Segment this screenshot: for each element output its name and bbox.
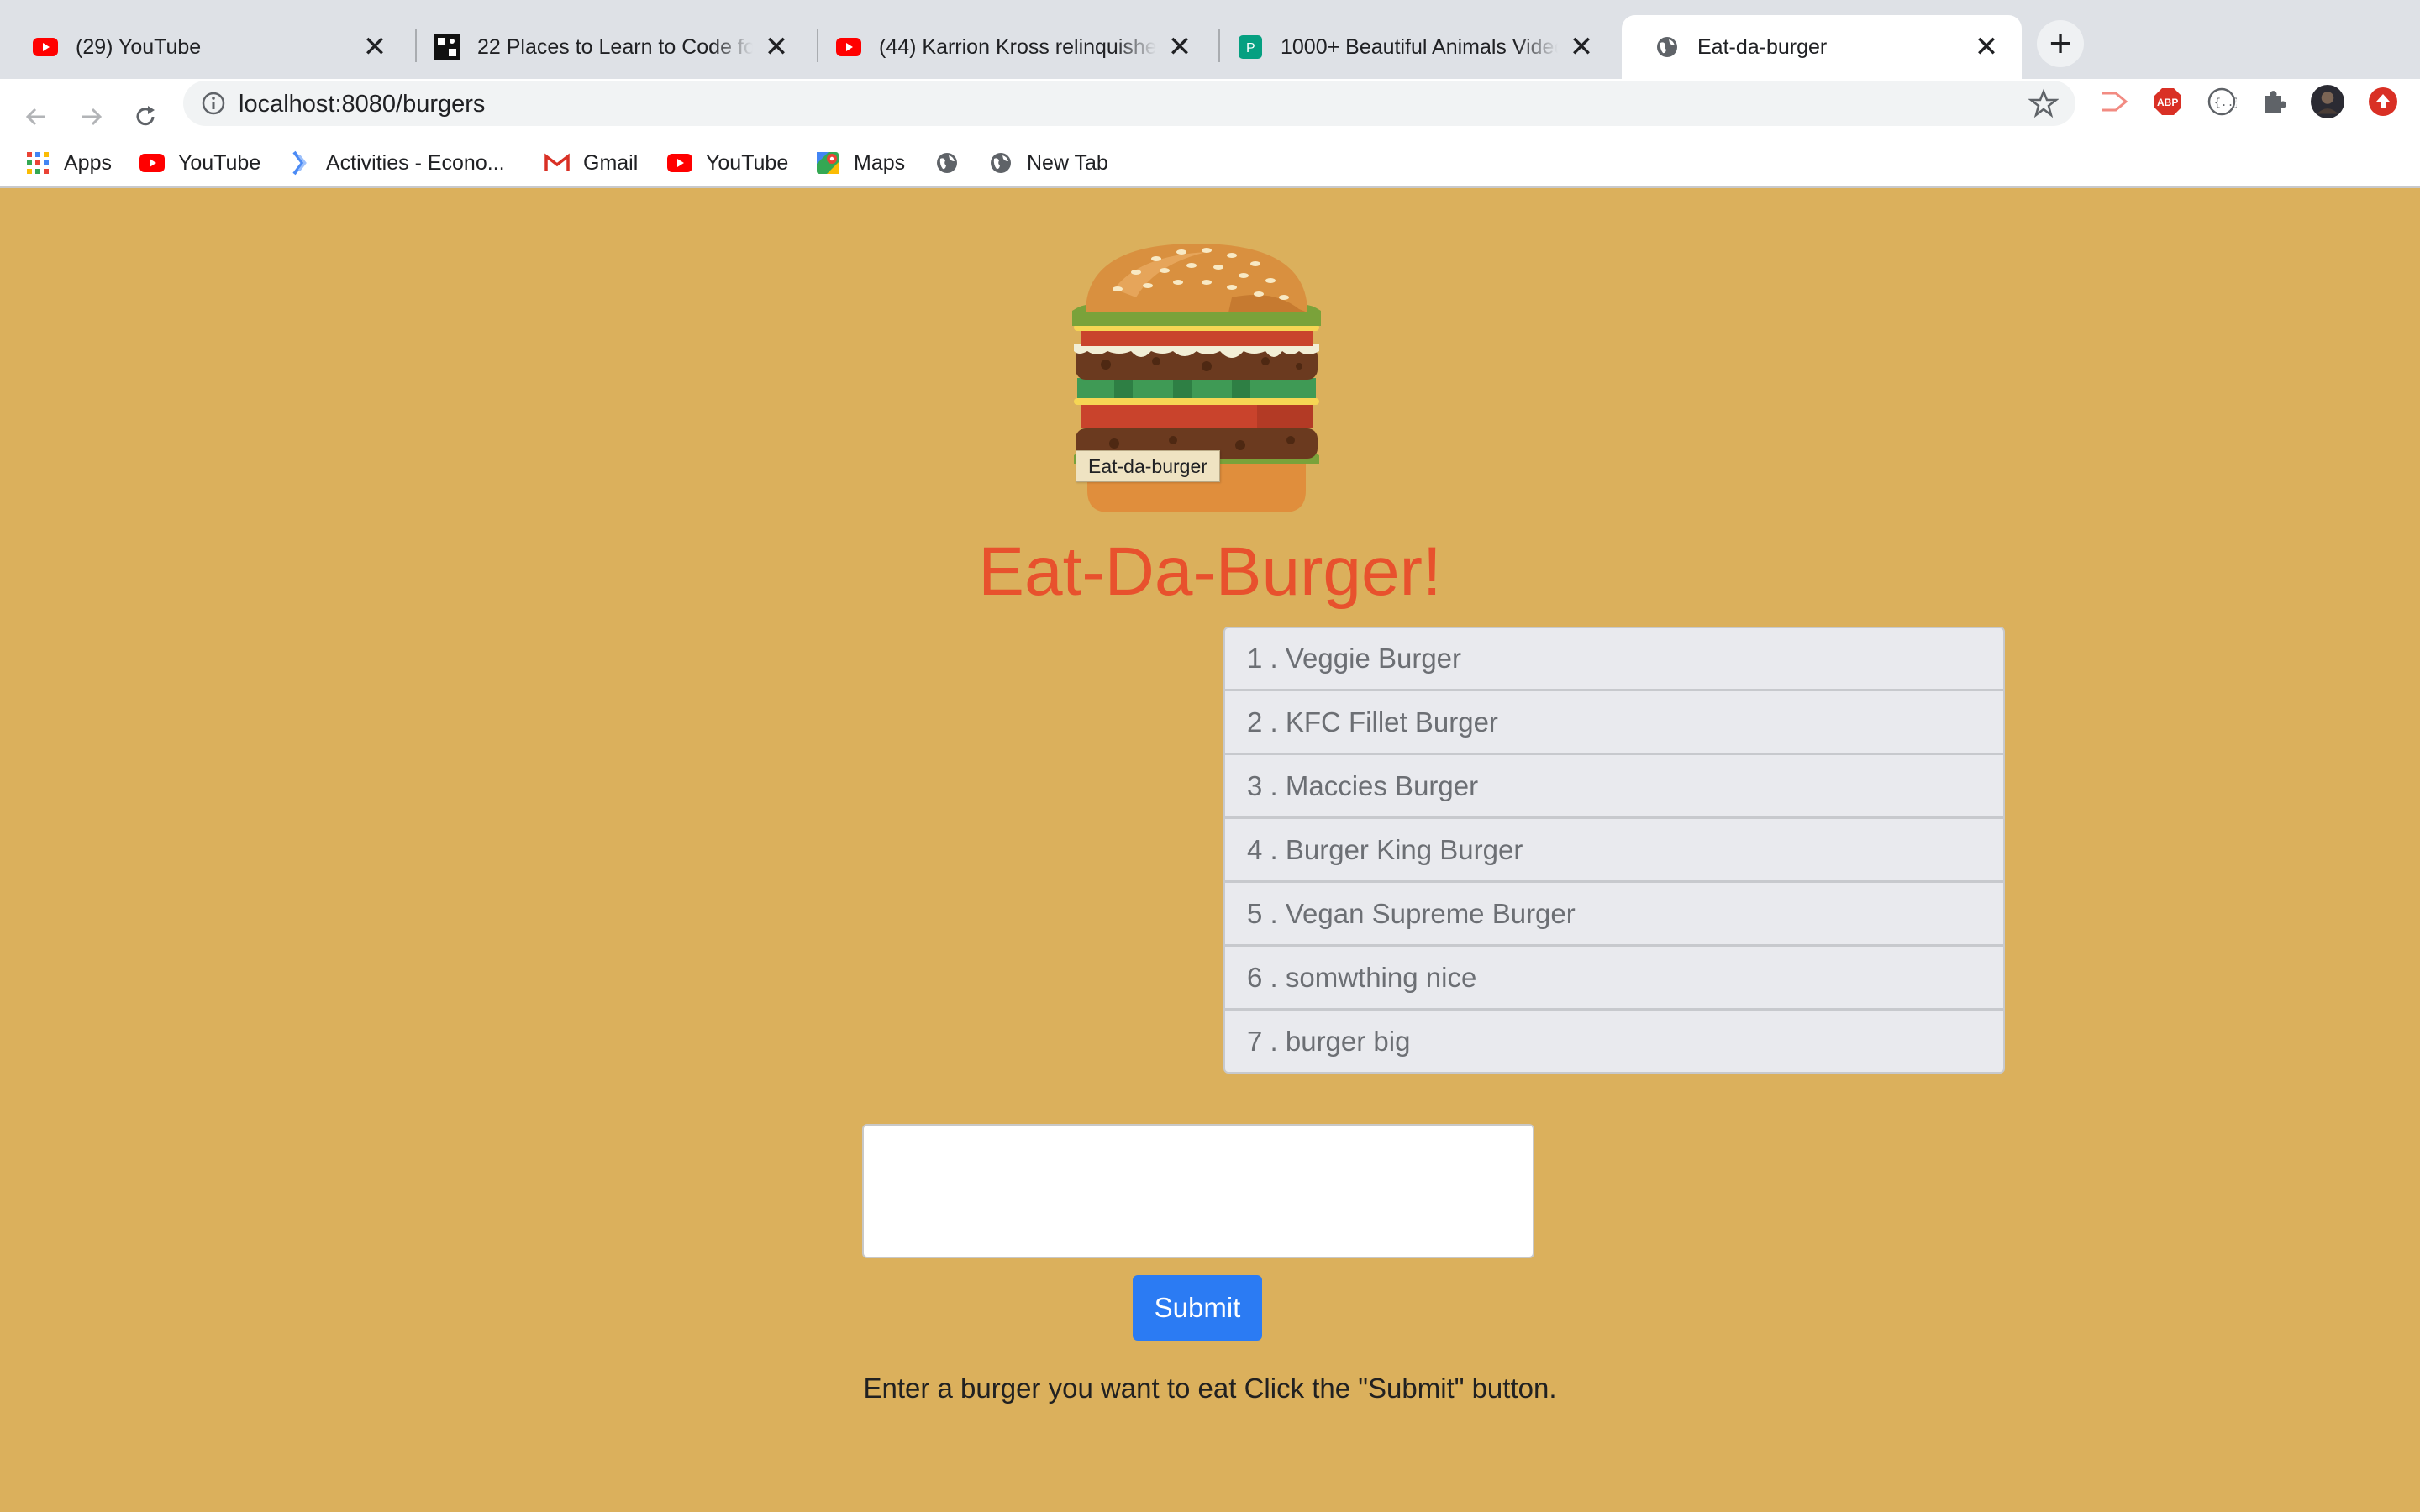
tab-title: 1000+ Beautiful Animals Videos [1281,34,1558,59]
update-icon[interactable] [2366,85,2400,118]
logo-tooltip: Eat-da-burger [1076,450,1220,482]
tab-eat-da-burger[interactable]: Eat-da-burger ✕ [1622,15,2022,79]
tab-strip: (29) YouTube ✕ 22 Places to Learn to Cod… [0,0,2420,79]
burger-list: 1 . Veggie Burger 2 . KFC Fillet Burger … [1223,627,2005,1074]
bookmark-youtube-2[interactable]: YouTube [667,146,788,180]
youtube-icon [835,34,862,60]
bookmark-youtube-1[interactable]: YouTube [139,146,260,180]
url-text[interactable]: localhost:8080/burgers [239,91,485,118]
bookmarks-bar: Apps YouTube Activities - Econo... Gmail… [0,138,2420,188]
list-item[interactable]: 5 . Vegan Supreme Burger [1223,882,2005,946]
list-item[interactable]: 7 . burger big [1223,1010,2005,1074]
globe-icon [988,150,1013,176]
youtube-icon [667,150,692,176]
adblock-plus-icon[interactable]: ABP [2151,85,2185,118]
apps-grid-icon [25,150,50,176]
reload-icon [136,106,155,126]
bookmark-maps[interactable]: Maps [815,146,905,180]
bookmark-label: Gmail [583,150,639,175]
back-button[interactable] [13,94,59,139]
page-title: Eat-Da-Burger! [978,533,1442,610]
arrow-left-icon [25,108,45,126]
bookmark-activities[interactable]: Activities - Econo... [287,146,505,180]
new-tab-button[interactable]: + [2037,20,2084,67]
reload-button[interactable] [123,94,168,139]
tab-title: (29) YouTube [76,34,202,59]
bookmark-label: Activities - Econo... [326,150,505,175]
bookmark-star-icon[interactable] [2028,88,2060,123]
list-item[interactable]: 2 . KFC Fillet Burger [1223,690,2005,754]
submit-button[interactable]: Submit [1133,1275,1262,1341]
address-bar[interactable]: localhost:8080/burgers [183,81,2075,126]
close-icon[interactable]: ✕ [1568,33,1595,61]
bookmark-apps[interactable]: Apps [25,146,112,180]
bookmark-activities-icon [287,150,313,176]
globe-icon [934,150,960,176]
close-icon[interactable]: ✕ [1973,33,2000,61]
forward-button[interactable] [69,94,114,139]
bookmark-label: YouTube [706,150,789,175]
close-icon[interactable]: ✕ [1166,33,1193,61]
close-icon[interactable]: ✕ [361,33,388,61]
list-item[interactable]: 4 . Burger King Burger [1223,818,2005,882]
code-extension-icon[interactable]: {..} [2205,85,2238,118]
tab-learn-to-code[interactable]: 22 Places to Learn to Code for Free ✕ [402,15,812,79]
svg-text:ABP: ABP [2157,97,2178,108]
instructions-text: Enter a burger you want to eat Click the… [863,1373,1557,1404]
tab-title: Eat-da-burger [1697,34,1828,59]
svg-text:P: P [1246,41,1255,55]
freecodecamp-icon [434,34,460,60]
bookmark-new-tab[interactable]: New Tab [988,146,1108,180]
gmail-icon [544,150,570,176]
globe-icon [1654,34,1681,60]
youtube-icon [32,34,59,60]
close-icon[interactable]: ✕ [763,33,790,61]
bookmark-gmail[interactable]: Gmail [544,146,638,180]
profile-avatar[interactable] [2311,85,2344,118]
youtube-icon [139,150,165,176]
tab-youtube-1[interactable]: (29) YouTube ✕ [0,15,410,79]
info-icon[interactable] [200,90,227,121]
tab-title: 22 Places to Learn to Code for Free [477,34,753,59]
bookmark-label: YouTube [178,150,261,175]
maps-icon [815,150,840,176]
svg-text:{..}: {..} [2214,97,2237,109]
list-item[interactable]: 6 . somwthing nice [1223,946,2005,1010]
tab-animals-videos[interactable]: P 1000+ Beautiful Animals Videos ✕ [1205,15,1617,79]
burger-name-input[interactable] [862,1124,1534,1258]
cast-extension-icon[interactable] [2097,85,2131,118]
puzzle-extensions-icon[interactable] [2257,85,2291,118]
list-item[interactable]: 3 . Maccies Burger [1223,754,2005,818]
bookmark-label: Apps [64,150,112,175]
bookmark-label: Maps [854,150,906,175]
pexels-icon: P [1237,34,1264,60]
arrow-right-icon [82,108,103,126]
tab-youtube-2[interactable]: (44) Karrion Kross relinquishes ✕ [803,15,1215,79]
tab-title: (44) Karrion Kross relinquishes [879,34,1156,59]
list-item[interactable]: 1 . Veggie Burger [1223,627,2005,690]
bookmark-label: New Tab [1027,150,1108,175]
bookmark-globe[interactable] [934,146,973,180]
